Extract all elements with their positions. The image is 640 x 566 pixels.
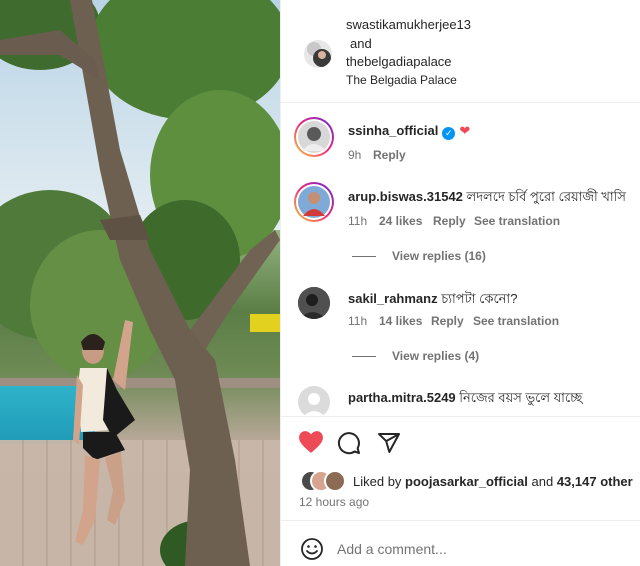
see-translation-button[interactable]: See translation: [474, 214, 560, 228]
view-replies-button[interactable]: View replies (4): [392, 349, 479, 363]
post-author-username[interactable]: swastikamukherjee13: [346, 17, 471, 32]
comments-panel: swastikamukherjee13 and thebelgadiapalac…: [280, 0, 640, 566]
photo-person: [73, 320, 135, 545]
emoji-icon[interactable]: [300, 537, 324, 561]
comment-username[interactable]: ssinha_official: [348, 123, 438, 138]
comment-avatar[interactable]: [298, 287, 330, 319]
comments-divider: [281, 416, 640, 417]
comment-time: 9h: [348, 148, 362, 162]
post-author-avatars[interactable]: [304, 40, 332, 68]
reply-button[interactable]: Reply: [373, 148, 406, 162]
comment-icon[interactable]: [337, 431, 361, 455]
liker-avatars[interactable]: [300, 470, 350, 492]
comment-avatar-story-ring[interactable]: [294, 182, 334, 222]
comment-line: partha.mitra.5249 নিজের বয়স ভুলে যাচ্ছে: [348, 389, 582, 410]
comment-line: ssinha_official ✓ ❤: [348, 123, 470, 140]
comment-likes[interactable]: 24 likes: [379, 214, 422, 228]
comment-text: নিজের বয়স ভুলে যাচ্ছে: [459, 390, 583, 405]
likes-prefix: Liked by: [353, 474, 402, 489]
view-replies-button[interactable]: View replies (16): [392, 249, 486, 263]
likes-count[interactable]: 43,147 other: [557, 474, 633, 489]
comment-line: sakil_rahmanz চ্যাপটা কেনো?: [348, 290, 517, 311]
comment-avatar-story-ring[interactable]: [294, 117, 334, 157]
red-heart-emoji-icon: ❤: [459, 123, 471, 138]
likes-conj: and: [531, 474, 554, 489]
share-icon[interactable]: [377, 431, 401, 455]
comment-time: 11h: [348, 314, 368, 328]
view-replies-line: [352, 256, 376, 257]
post-author-conjunction: and: [350, 36, 372, 51]
comment-line: arup.biswas.31542 লদলদে চর্বি পুরো রেয়া…: [348, 188, 626, 209]
reply-button[interactable]: Reply: [431, 314, 464, 328]
add-comment-divider: [281, 520, 640, 521]
comment-avatar-default[interactable]: [298, 386, 330, 418]
comment-text: লদলদে চর্বি পুরো রেয়াজী খাসি: [466, 189, 626, 204]
header-divider: [281, 102, 640, 103]
comment-username[interactable]: arup.biswas.31542: [348, 189, 463, 204]
post-timestamp[interactable]: 12 hours ago: [299, 495, 369, 509]
likes-summary: Liked by poojasarkar_official and 43,147…: [353, 474, 633, 489]
comment-username[interactable]: partha.mitra.5249: [348, 390, 456, 405]
comment-username[interactable]: sakil_rahmanz: [348, 291, 438, 306]
verified-badge-icon: ✓: [442, 127, 456, 140]
see-translation-button[interactable]: See translation: [473, 314, 559, 328]
liked-by-username[interactable]: poojasarkar_official: [405, 474, 528, 489]
reply-button[interactable]: Reply: [433, 214, 466, 228]
view-replies-line: [352, 356, 376, 357]
post-coauthor-username[interactable]: thebelgadiapalace: [346, 54, 452, 69]
comment-text: চ্যাপটা কেনো?: [441, 291, 518, 306]
comment-likes[interactable]: 14 likes: [379, 314, 422, 328]
add-comment-input[interactable]: Add a comment...: [337, 541, 447, 557]
comment-time: 11h: [348, 214, 368, 228]
heart-icon[interactable]: [298, 430, 324, 454]
post-photo[interactable]: [0, 0, 280, 566]
post-location[interactable]: The Belgadia Palace: [346, 73, 457, 87]
